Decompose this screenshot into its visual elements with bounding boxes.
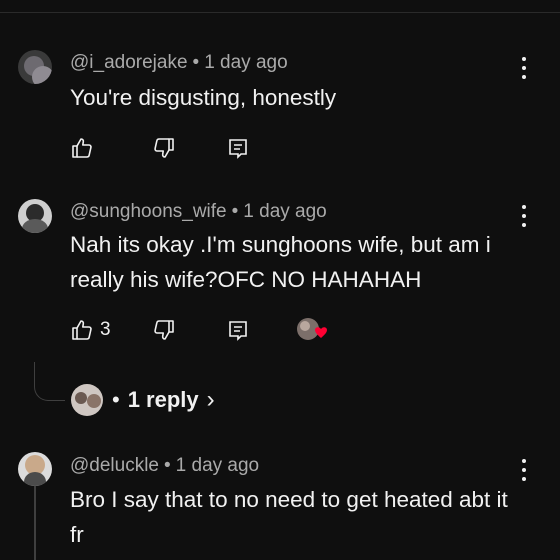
comment-text: Bro I say that to no need to get heated …	[70, 487, 508, 547]
like-button[interactable]	[70, 134, 94, 162]
comment-meta: @sunghoons_wife • 1 day ago	[70, 201, 327, 223]
creator-heart	[296, 316, 330, 344]
comment-time[interactable]: 1 day ago	[243, 201, 326, 222]
reply-bullet: •	[112, 387, 120, 412]
thread-line	[34, 484, 36, 560]
author-name[interactable]: @i_adorejake	[70, 52, 188, 73]
author-name[interactable]: @sunghoons_wife	[70, 201, 227, 222]
reply-button[interactable]	[226, 316, 250, 344]
thumbs-up-icon	[72, 138, 92, 158]
view-replies-button[interactable]: • 1 reply ›	[70, 383, 215, 417]
author-name[interactable]: @deluckle	[70, 455, 159, 476]
kebab-menu-icon[interactable]	[517, 459, 531, 481]
chevron-right-icon: ›	[206, 386, 215, 413]
meta-separator: •	[231, 201, 239, 222]
reply-comment-icon	[229, 139, 247, 159]
creator-heart-icon	[297, 318, 327, 340]
reply-count-label[interactable]: 1 reply	[128, 387, 199, 413]
dislike-button[interactable]	[152, 316, 176, 344]
kebab-menu-icon[interactable]	[517, 57, 531, 79]
like-count: 3	[100, 319, 111, 340]
kebab-menu-icon[interactable]	[517, 205, 531, 227]
avatar-sunghoons-wife[interactable]	[18, 199, 52, 233]
comment-time[interactable]: 1 day ago	[176, 455, 259, 476]
comment-text: You're disgusting, honestly	[70, 85, 337, 110]
thread-connector	[34, 362, 65, 401]
comment-text: Nah its okay .I'm sunghoons wife, but am…	[70, 232, 491, 292]
thumbs-down-icon	[154, 138, 174, 158]
dislike-button[interactable]	[152, 134, 176, 162]
meta-separator: •	[192, 52, 200, 73]
reply-button[interactable]	[226, 134, 250, 162]
like-button[interactable]: 3	[70, 316, 111, 344]
thumbs-down-icon	[154, 320, 174, 340]
reply-comment-icon	[229, 321, 247, 341]
comment-meta: @deluckle • 1 day ago	[70, 455, 259, 477]
thumbs-up-icon	[72, 320, 92, 340]
meta-separator: •	[164, 455, 171, 476]
reply-avatar	[71, 384, 103, 416]
comment-time[interactable]: 1 day ago	[204, 52, 287, 73]
comment-meta: @i_adorejake • 1 day ago	[70, 52, 288, 74]
top-divider	[0, 12, 560, 13]
avatar-deluckle[interactable]	[18, 452, 52, 486]
avatar-i-adorejake[interactable]	[18, 50, 52, 84]
